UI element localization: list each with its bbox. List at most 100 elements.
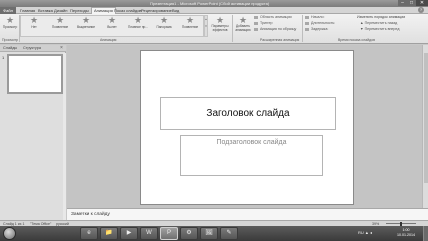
notes-pane[interactable]: Заметки к слайду [67,208,428,220]
gallery-scroll[interactable]: ▴ ▾ [204,15,208,37]
tab-slides[interactable]: Слайды [3,46,17,51]
anim-fly-in[interactable]: ★ Вылет [100,15,124,29]
ribbon: ★ Просмотр Просмотр ★ Нет ★ Появление ★ … [0,14,428,44]
delay-label: Задержка: [311,27,329,31]
slide-thumbnail[interactable] [7,54,63,94]
slides-panel-tabs: Слайды Структура × [0,45,66,52]
help-icon[interactable]: ? [418,7,424,13]
tab-file[interactable]: Файл [0,7,16,14]
anim-label: Вылет [107,25,117,29]
taskbar-word[interactable]: W [140,227,158,240]
close-button[interactable]: ✕ [416,0,428,6]
effect-options-button[interactable]: ★ Параметры эффектов [210,15,230,32]
anim-appear[interactable]: ★ Появление [48,15,72,29]
group-separator [302,15,303,42]
move-later-button[interactable]: ▼ Переместить вперед [360,27,399,32]
taskbar-media[interactable]: ▶ [120,227,138,240]
tab-home[interactable]: Главная [20,7,35,14]
preview-button[interactable]: ★ Просмотр [2,15,18,29]
delay-field[interactable]: Задержка: [305,27,328,32]
vertical-scrollbar[interactable] [422,45,428,208]
taskbar-settings[interactable]: ⚙ [180,227,198,240]
taskbar-explorer[interactable]: 📁 [100,227,118,240]
animation-pane-button[interactable]: Область анимации [254,15,292,20]
slide-editing-area: Заголовок слайда Подзаголовок слайда [67,45,428,208]
subtitle-placeholder[interactable]: Подзаголовок слайда [180,135,323,176]
tab-view[interactable]: Вид [172,7,179,14]
tab-slideshow[interactable]: Показ слайдов [114,7,142,14]
title-bar: Презентация1 - Microsoft PowerPoint (Сбо… [0,0,428,7]
slides-panel-scrollbar[interactable] [63,53,66,220]
slide[interactable]: Заголовок слайда Подзаголовок слайда [140,50,354,205]
group-advanced-label: Расширенная анимация [260,38,300,42]
trigger-label: Триггер [260,21,273,25]
start-field[interactable]: Начало: [305,15,325,20]
trigger-icon [254,21,258,25]
tab-review[interactable]: Рецензирование [141,7,172,14]
show-desktop-button[interactable] [423,226,428,241]
clock-icon [305,21,309,25]
group-preview-label: Просмотр [2,38,18,42]
animation-pane-label: Область анимации [260,15,292,19]
anim-none[interactable]: ★ Нет [22,15,46,29]
start-label: Начало: [311,15,325,19]
star-icon: ★ [29,15,39,25]
duration-field[interactable]: Длительность: [305,21,335,26]
add-animation-label: Добавить анимацию [235,24,251,32]
star-icon: ★ [159,15,169,25]
slides-panel: Слайды Структура × 1 [0,45,66,220]
star-icon: ★ [55,15,65,25]
group-timing-label: Время показа слайдов [338,38,375,42]
pane-icon [254,15,258,19]
taskbar-pictures[interactable]: 🖼 [200,227,218,240]
anim-fade[interactable]: ★ Выцветание [74,15,98,29]
anim-appear-2[interactable]: ★ Появление [178,15,202,29]
anim-label: Появление [51,25,69,29]
taskbar-paint[interactable]: ✎ [220,227,238,240]
clock[interactable]: 1:00 10.01.2014 [391,228,421,238]
duration-label: Длительность: [311,21,336,25]
tab-insert[interactable]: Вставка [38,7,53,14]
scrollbar-thumb[interactable] [424,53,428,183]
anim-label: Панорама [156,25,172,29]
start-icon [305,15,309,19]
move-earlier-label: Переместить назад [364,21,398,25]
delay-icon [305,27,309,31]
tab-design[interactable]: Дизайн [54,7,67,14]
close-panel-icon[interactable]: × [60,45,63,52]
star-icon: ★ [185,15,195,25]
ribbon-tabs: Файл Главная Вставка Дизайн Переходы Ани… [0,7,428,14]
anim-float-in[interactable]: ★ Плавное пр... [126,15,150,29]
brush-icon [254,27,258,31]
thumbnail-number: 1 [2,55,5,60]
anim-pan[interactable]: ★ Панорама [152,15,176,29]
reorder-title: Изменить порядок анимации [357,15,406,19]
effect-options-label: Параметры эффектов [211,24,229,32]
clock-date: 10.01.2014 [397,233,415,237]
system-tray[interactable]: RU ▲ ◂ [358,230,372,235]
tab-transitions[interactable]: Переходы [70,7,89,14]
preview-label: Просмотр [2,25,18,29]
tab-outline[interactable]: Структура [23,46,41,51]
move-earlier-button[interactable]: ▲ Переместить назад [360,21,397,26]
start-button[interactable] [3,227,16,240]
group-animations-label: Анимация [100,38,117,42]
anim-label: Появление [181,25,199,29]
maximize-button[interactable]: □ [407,0,416,6]
add-animation-button[interactable]: ★ Добавить анимацию [233,15,253,32]
taskbar-powerpoint[interactable]: P [160,227,178,240]
tab-animations[interactable]: Анимация [91,7,116,14]
star-icon: ★ [133,15,143,25]
taskbar-ie[interactable]: e [80,227,98,240]
anim-label: Плавное пр... [128,25,148,29]
trigger-button[interactable]: Триггер [254,21,273,26]
minimize-button[interactable]: – [398,0,407,6]
anim-label: Выцветание [76,25,96,29]
taskbar: e 📁 ▶ W P ⚙ 🖼 ✎ RU ▲ ◂ 1:00 10.01.2014 [0,226,428,241]
animation-painter-button[interactable]: Анимация по образцу [254,27,296,32]
star-icon: ★ [107,15,117,25]
star-icon: ★ [5,15,15,25]
title-placeholder[interactable]: Заголовок слайда [160,97,336,130]
anim-label: Нет [31,25,37,29]
move-later-label: Переместить вперед [364,27,400,31]
